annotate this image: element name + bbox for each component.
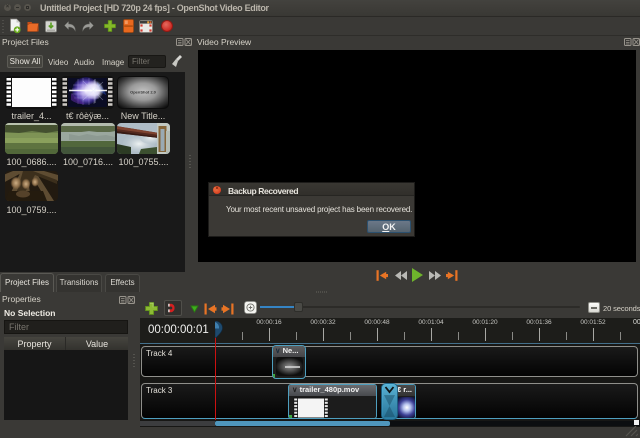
svg-text:OpenShot 2.0: OpenShot 2.0	[130, 90, 157, 95]
